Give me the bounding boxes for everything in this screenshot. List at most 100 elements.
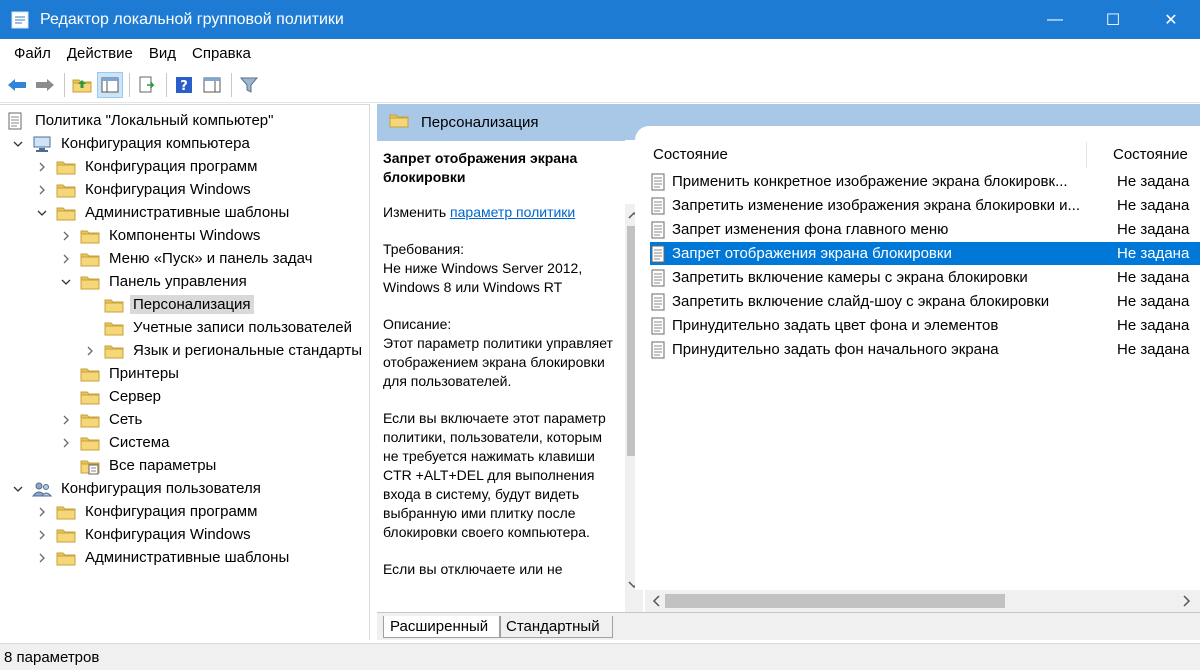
scroll-right-icon[interactable] xyxy=(1178,592,1196,610)
list-item[interactable]: Запретить изменение изображения экрана б… xyxy=(650,194,1200,217)
tree-item-personalization[interactable]: Персонализация xyxy=(82,293,254,316)
tree-item-all-params[interactable]: Все параметры xyxy=(58,454,219,477)
tree-item-user-accounts[interactable]: Учетные записи пользователей xyxy=(82,316,355,339)
setting-name: Применить конкретное изображение экрана … xyxy=(672,173,1068,190)
toolbar: ? xyxy=(0,67,1200,103)
close-button[interactable]: ✕ xyxy=(1142,0,1200,39)
list-item[interactable]: Применить конкретное изображение экрана … xyxy=(650,170,1200,193)
tree-label: Сеть xyxy=(109,411,143,428)
tree-label: Принтеры xyxy=(109,365,179,382)
list-item[interactable]: Принудительно задать фон начального экра… xyxy=(650,338,1200,361)
tree-item-user-programs[interactable]: Конфигурация программ xyxy=(34,500,260,523)
tree-item-system[interactable]: Система xyxy=(58,431,172,454)
console-tree-icon xyxy=(101,77,119,92)
tab-standard[interactable]: Стандартный xyxy=(499,616,613,638)
tree-label: Панель управления xyxy=(109,273,247,290)
window-controls: — ☐ ✕ xyxy=(1026,0,1200,39)
all-settings-icon xyxy=(80,457,100,475)
tree-item-comp-admin[interactable]: Административные шаблоны xyxy=(34,201,292,224)
list-item[interactable]: Запретить включение камеры с экрана блок… xyxy=(650,266,1200,289)
tree-label: Учетные записи пользователей xyxy=(133,319,352,336)
chevron-right-icon[interactable] xyxy=(34,159,50,175)
help-icon: ? xyxy=(176,76,192,94)
list-horizontal-scrollbar[interactable] xyxy=(645,590,1200,612)
setting-name: Запретить включение слайд-шоу с экрана б… xyxy=(672,293,1050,310)
list-item[interactable]: Запретить включение слайд-шоу с экрана б… xyxy=(650,290,1200,313)
help-button[interactable]: ? xyxy=(171,72,197,98)
tree-item-network[interactable]: Сеть xyxy=(58,408,145,431)
chevron-down-icon[interactable] xyxy=(10,136,26,152)
tree-item-server[interactable]: Сервер xyxy=(58,385,164,408)
svg-text:?: ? xyxy=(180,79,188,94)
scroll-thumb[interactable] xyxy=(665,594,1005,608)
menu-view[interactable]: Вид xyxy=(141,45,184,62)
tree-item-computer-config[interactable]: Конфигурация компьютера xyxy=(10,132,253,155)
chevron-right-icon[interactable] xyxy=(58,251,74,267)
tree-item-user-admin[interactable]: Административные шаблоны xyxy=(34,546,292,569)
setting-name: Запрет изменения фона главного меню xyxy=(672,221,949,238)
tree-item-control-panel[interactable]: Панель управления xyxy=(58,270,250,293)
edit-policy-link[interactable]: параметр политики xyxy=(450,204,575,220)
setting-state: Не задана xyxy=(1117,173,1190,190)
forward-button[interactable] xyxy=(32,72,58,98)
tree-item-user-config[interactable]: Конфигурация пользователя xyxy=(10,477,264,500)
chevron-right-icon[interactable] xyxy=(34,504,50,520)
maximize-button[interactable]: ☐ xyxy=(1084,0,1142,39)
folder-open-icon xyxy=(104,296,124,314)
list-item-selected[interactable]: Запрет отображения экрана блокировки Не … xyxy=(650,242,1200,265)
tree-label: Конфигурация программ xyxy=(85,158,258,175)
tree-item-win-components[interactable]: Компоненты Windows xyxy=(58,224,263,247)
window-title: Редактор локальной групповой политики xyxy=(40,10,344,28)
policy-setting-icon xyxy=(650,293,666,311)
tab-extended[interactable]: Расширенный xyxy=(383,616,501,638)
show-hide-tree-button[interactable] xyxy=(97,71,123,98)
minimize-button[interactable]: — xyxy=(1026,0,1084,39)
back-button[interactable] xyxy=(4,72,30,98)
chevron-right-icon[interactable] xyxy=(58,412,74,428)
status-text: 8 параметров xyxy=(4,648,100,666)
chevron-right-icon[interactable] xyxy=(82,343,98,359)
tree-item-comp-windows[interactable]: Конфигурация Windows xyxy=(34,178,254,201)
column-header-state[interactable]: Состояние xyxy=(1113,146,1188,163)
tree-item-printers[interactable]: Принтеры xyxy=(58,362,182,385)
chevron-down-icon[interactable] xyxy=(34,205,50,221)
menu-file[interactable]: Файл xyxy=(6,45,59,62)
menu-help[interactable]: Справка xyxy=(184,45,259,62)
folder-icon xyxy=(80,411,100,429)
tree-label: Язык и региональные стандарты xyxy=(133,342,362,359)
requirements-text: Не ниже Windows Server 2012, Windows 8 и… xyxy=(383,260,583,295)
chevron-right-icon[interactable] xyxy=(58,228,74,244)
list-header: Состояние Состояние xyxy=(635,140,1200,168)
tree-item-comp-programs[interactable]: Конфигурация программ xyxy=(34,155,260,178)
chevron-right-icon[interactable] xyxy=(34,527,50,543)
chevron-right-icon[interactable] xyxy=(34,550,50,566)
chevron-down-icon[interactable] xyxy=(10,481,26,497)
policy-setting-icon xyxy=(650,197,666,215)
folder-icon xyxy=(80,365,100,383)
tree-item-regional[interactable]: Язык и региональные стандарты xyxy=(82,339,365,362)
requirements-label: Требования: xyxy=(383,241,465,257)
chevron-right-icon[interactable] xyxy=(34,182,50,198)
tree-root[interactable]: Политика "Локальный компьютер" xyxy=(6,109,276,132)
column-header-name[interactable]: Состояние xyxy=(653,146,728,163)
action-pane-icon xyxy=(203,77,221,92)
policy-setting-icon xyxy=(650,173,666,191)
description-panel: Запрет отображения экрана блокировки Изм… xyxy=(377,140,625,612)
tree-item-start-menu[interactable]: Меню «Пуск» и панель задач xyxy=(58,247,315,270)
tree-item-user-windows[interactable]: Конфигурация Windows xyxy=(34,523,254,546)
up-level-button[interactable] xyxy=(69,72,95,98)
setting-state: Не задана xyxy=(1117,293,1190,310)
filter-button[interactable] xyxy=(236,72,262,98)
scroll-left-icon[interactable] xyxy=(647,592,665,610)
export-list-button[interactable] xyxy=(134,72,160,98)
list-item[interactable]: Запрет изменения фона главного меню Не з… xyxy=(650,218,1200,241)
show-action-pane-button[interactable] xyxy=(199,72,225,98)
folder-icon xyxy=(104,319,124,337)
menu-action[interactable]: Действие xyxy=(59,45,141,62)
list-item[interactable]: Принудительно задать цвет фона и элемент… xyxy=(650,314,1200,337)
chevron-down-icon[interactable] xyxy=(58,274,74,290)
chevron-right-icon[interactable] xyxy=(58,435,74,451)
column-divider[interactable] xyxy=(1086,142,1087,168)
